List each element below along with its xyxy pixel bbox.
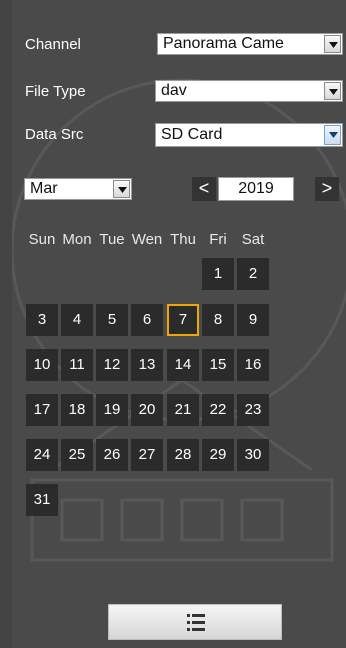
calendar-day[interactable]: 12 bbox=[96, 349, 128, 381]
calendar-day[interactable]: 10 bbox=[26, 349, 58, 381]
calendar-day[interactable]: 22 bbox=[202, 394, 234, 426]
month-value: Mar bbox=[30, 180, 58, 197]
calendar-day[interactable]: 13 bbox=[131, 349, 163, 381]
calendar-day[interactable]: 14 bbox=[167, 349, 199, 381]
chevron-down-icon[interactable] bbox=[324, 82, 341, 100]
calendar-day[interactable]: 6 bbox=[131, 304, 163, 336]
calendar-day[interactable]: 16 bbox=[237, 349, 269, 381]
weekday-fri: Fri bbox=[209, 231, 227, 248]
calendar-day[interactable]: 27 bbox=[131, 439, 163, 471]
calendar-day[interactable]: 26 bbox=[96, 439, 128, 471]
calendar-day[interactable]: 7 bbox=[167, 304, 199, 336]
channel-value: Panorama Came bbox=[163, 35, 284, 52]
channel-select[interactable]: Panorama Came bbox=[157, 33, 343, 55]
chevron-right-icon: > bbox=[321, 178, 333, 198]
chevron-down-icon[interactable] bbox=[113, 180, 130, 198]
chevron-left-icon: < bbox=[198, 178, 210, 198]
list-icon bbox=[187, 614, 205, 631]
year-field[interactable]: 2019 bbox=[218, 177, 294, 201]
calendar-day[interactable]: 24 bbox=[26, 439, 58, 471]
weekday-mon: Mon bbox=[62, 231, 92, 248]
calendar-day[interactable]: 2 bbox=[237, 258, 269, 290]
chevron-down-icon[interactable] bbox=[324, 35, 341, 53]
calendar-day[interactable]: 28 bbox=[167, 439, 199, 471]
calendar-day[interactable]: 15 bbox=[202, 349, 234, 381]
data-src-value: SD Card bbox=[161, 126, 223, 143]
calendar-day[interactable]: 20 bbox=[131, 394, 163, 426]
calendar-day[interactable]: 4 bbox=[61, 304, 93, 336]
next-year-button[interactable]: > bbox=[315, 177, 339, 201]
file-type-select[interactable]: dav bbox=[155, 80, 343, 102]
calendar-day[interactable]: 18 bbox=[61, 394, 93, 426]
calendar-day[interactable]: 1 bbox=[202, 258, 234, 290]
calendar-day[interactable]: 5 bbox=[96, 304, 128, 336]
weekday-sun: Sun bbox=[28, 231, 56, 248]
data-src-row: Data Src SD Card bbox=[24, 122, 344, 148]
calendar-day[interactable]: 23 bbox=[237, 394, 269, 426]
weekday-wen: Wen bbox=[131, 231, 163, 248]
calendar-day[interactable]: 3 bbox=[26, 304, 58, 336]
calendar-day[interactable]: 17 bbox=[26, 394, 58, 426]
calendar-day[interactable]: 11 bbox=[61, 349, 93, 381]
data-src-label: Data Src bbox=[25, 126, 84, 143]
weekday-thu: Thu bbox=[170, 231, 196, 248]
calendar-day[interactable]: 30 bbox=[237, 439, 269, 471]
month-select[interactable]: Mar bbox=[24, 178, 132, 200]
calendar-day[interactable]: 25 bbox=[61, 439, 93, 471]
channel-row: Channel Panorama Came bbox=[24, 32, 344, 58]
calendar-day[interactable]: 21 bbox=[167, 394, 199, 426]
data-src-select[interactable]: SD Card bbox=[155, 123, 343, 147]
calendar-day[interactable]: 19 bbox=[96, 394, 128, 426]
chevron-down-icon[interactable] bbox=[324, 125, 341, 145]
file-type-row: File Type dav bbox=[24, 79, 344, 105]
calendar-day[interactable]: 9 bbox=[237, 304, 269, 336]
file-list-button[interactable] bbox=[108, 604, 282, 640]
file-type-label: File Type bbox=[25, 83, 86, 100]
calendar-day[interactable]: 29 bbox=[202, 439, 234, 471]
file-type-value: dav bbox=[161, 82, 187, 99]
weekday-tue: Tue bbox=[99, 231, 125, 248]
calendar-day[interactable]: 8 bbox=[202, 304, 234, 336]
calendar-day[interactable]: 31 bbox=[26, 484, 58, 516]
playback-panel: Channel Panorama Came File Type dav Data… bbox=[12, 0, 346, 648]
weekday-sat: Sat bbox=[241, 231, 265, 248]
prev-year-button[interactable]: < bbox=[192, 177, 216, 201]
channel-label: Channel bbox=[25, 36, 81, 53]
